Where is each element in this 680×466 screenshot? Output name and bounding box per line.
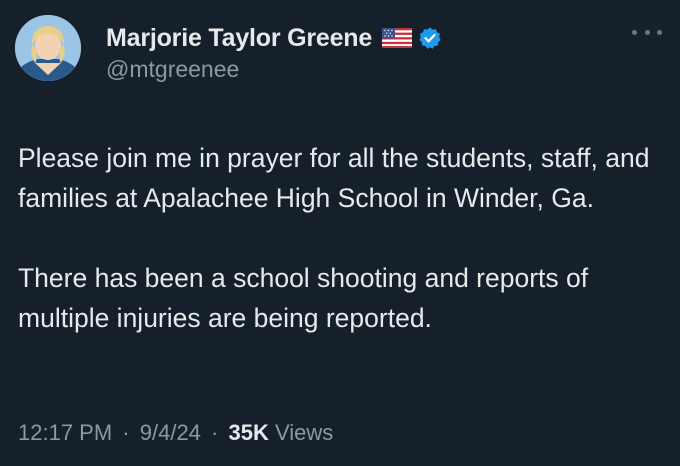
tweet-card: Marjorie Taylor Greene @mtgreenee Please… bbox=[0, 0, 680, 466]
us-flag-icon bbox=[382, 28, 413, 48]
more-options-icon[interactable] bbox=[632, 22, 662, 42]
verified-badge-icon[interactable] bbox=[418, 26, 442, 50]
dot bbox=[632, 29, 637, 35]
views-label: Views bbox=[274, 420, 334, 445]
dot bbox=[644, 29, 650, 35]
views-count: 35K bbox=[228, 420, 269, 445]
author-display-name[interactable]: Marjorie Taylor Greene bbox=[106, 24, 372, 53]
tweet-meta: 12:17 PM · 9/4/24 · 35K Views bbox=[18, 420, 333, 446]
tweet-time[interactable]: 12:17 PM bbox=[18, 420, 112, 445]
tweet-paragraph: There has been a school shooting and rep… bbox=[18, 263, 589, 333]
tweet-text: Please join me in prayer for all the stu… bbox=[18, 138, 668, 338]
author-name-row: Marjorie Taylor Greene bbox=[106, 22, 442, 54]
dot bbox=[657, 29, 662, 35]
author-handle[interactable]: @mtgreenee bbox=[106, 56, 239, 83]
separator: · bbox=[122, 420, 130, 445]
tweet-date[interactable]: 9/4/24 bbox=[140, 420, 201, 445]
tweet-paragraph: Please join me in prayer for all the stu… bbox=[18, 143, 650, 213]
avatar[interactable] bbox=[15, 15, 81, 81]
separator: · bbox=[211, 420, 219, 445]
